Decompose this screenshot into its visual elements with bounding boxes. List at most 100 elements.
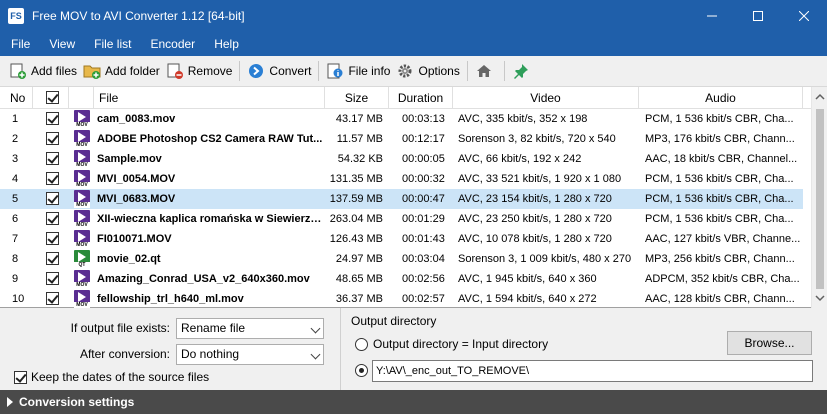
if-exists-select[interactable]: Rename file [176, 318, 324, 339]
cell-no: 5 [12, 193, 19, 205]
cell-audio: PCM, 1 536 kbit/s CBR, Cha... [645, 193, 794, 205]
remove-button[interactable]: Remove [163, 59, 236, 83]
minimize-button[interactable] [689, 0, 735, 32]
radio-custom-dot[interactable] [355, 364, 368, 377]
toolbar: Add files Add folder Remove Convert File… [0, 56, 827, 87]
chevron-down-icon [310, 323, 321, 334]
header-video[interactable]: Video [453, 87, 639, 109]
scroll-down-icon[interactable] [812, 290, 827, 306]
table-row[interactable]: 7 MOV FI010071.MOV 126.43 MB 00:01:43 AVC, 10… [0, 229, 803, 249]
cell-file: fellowship_trl_h640_ml.mov [97, 293, 244, 305]
cell-video: AVC, 33 521 kbit/s, 1 920 x 1 080 [458, 173, 622, 185]
row-checkbox[interactable] [46, 112, 59, 125]
maximize-button[interactable] [735, 0, 781, 32]
cell-no: 3 [12, 153, 19, 165]
keep-dates-checkbox[interactable]: Keep the dates of the source files [14, 370, 209, 384]
menu-help[interactable]: Help [206, 32, 247, 56]
after-conversion-select[interactable]: Do nothing [176, 344, 324, 365]
table-row[interactable]: 10 MOV fellowship_trl_h640_ml.mov 36.37 MB 0… [0, 289, 803, 308]
output-custom-radio[interactable] [355, 364, 373, 377]
row-checkbox[interactable] [46, 232, 59, 245]
browse-button[interactable]: Browse... [727, 331, 812, 355]
add-folder-label: Add folder [105, 64, 160, 78]
row-checkbox[interactable] [46, 172, 59, 185]
vertical-scrollbar[interactable] [811, 87, 827, 308]
row-checkbox[interactable] [46, 152, 59, 165]
cell-size: 137.59 MB [329, 193, 383, 205]
header-no[interactable]: No [0, 87, 33, 109]
video-file-icon: QT [74, 250, 90, 268]
expand-arrow-icon [7, 397, 13, 407]
row-checkbox[interactable] [46, 192, 59, 205]
pin-button[interactable] [509, 59, 537, 83]
file-extension: MOV [74, 182, 90, 188]
cell-audio: PCM, 1 536 kbit/s CBR, Cha... [645, 173, 794, 185]
file-extension: MOV [74, 142, 90, 148]
toolbar-separator [466, 61, 468, 81]
cell-audio: AAC, 18 kbit/s CBR, Channel... [645, 153, 798, 165]
row-checkbox[interactable] [46, 252, 59, 265]
row-checkbox[interactable] [46, 132, 59, 145]
table-row[interactable]: 1 MOV cam_0083.mov 43.17 MB 00:03:13 AVC, 335… [0, 109, 803, 129]
table-row[interactable]: 5 MOV MVI_0683.MOV 137.59 MB 00:00:47 AVC, 23… [0, 189, 803, 209]
cell-duration: 00:03:13 [402, 113, 445, 125]
cell-duration: 00:00:05 [402, 153, 445, 165]
select-all-checkbox[interactable] [46, 91, 59, 104]
toolbar-separator [318, 61, 320, 81]
cell-duration: 00:01:43 [402, 233, 445, 245]
convert-button[interactable]: Convert [244, 59, 314, 83]
output-same-as-input-label: Output directory = Input directory [373, 337, 549, 351]
add-files-button[interactable]: Add files [6, 59, 80, 83]
row-checkbox[interactable] [46, 212, 59, 225]
close-button[interactable] [781, 0, 827, 32]
cell-audio: AAC, 127 kbit/s VBR, Channe... [645, 233, 801, 245]
menu-file[interactable]: File [3, 32, 38, 56]
table-body: 1 MOV cam_0083.mov 43.17 MB 00:03:13 AVC, 335… [0, 109, 811, 308]
menu-view[interactable]: View [41, 32, 83, 56]
cell-file: MVI_0054.MOV [97, 173, 176, 185]
table-row[interactable]: 3 MOV Sample.mov 54.32 KB 00:00:05 AVC, 66 kb… [0, 149, 803, 169]
video-file-icon: MOV [74, 110, 90, 128]
header-file[interactable]: File [94, 87, 325, 109]
play-icon [78, 292, 86, 302]
cell-audio: MP3, 256 kbit/s CBR, Chann... [645, 253, 795, 265]
cell-file: movie_02.qt [97, 253, 161, 265]
play-icon [78, 272, 86, 282]
scroll-up-icon[interactable] [812, 89, 827, 105]
row-checkbox[interactable] [46, 272, 59, 285]
header-duration[interactable]: Duration [389, 87, 453, 109]
add-folder-button[interactable]: Add folder [80, 59, 163, 83]
radio-input-dot[interactable] [355, 337, 368, 351]
table-row[interactable]: 6 MOV XII-wieczna kaplica romańska w Siewi… [0, 209, 803, 229]
conversion-settings-bar[interactable]: Conversion settings [0, 390, 827, 414]
row-checkbox[interactable] [46, 292, 59, 305]
scrollbar-thumb[interactable] [816, 109, 824, 289]
toolbar-separator [239, 61, 241, 81]
keep-dates-check[interactable] [14, 370, 27, 384]
header-check[interactable] [33, 87, 69, 109]
video-file-icon: MOV [74, 270, 90, 288]
cell-no: 9 [12, 273, 19, 285]
play-icon [78, 112, 86, 122]
cell-video: AVC, 335 kbit/s, 352 x 198 [458, 113, 588, 125]
options-button[interactable]: Options [393, 59, 462, 83]
output-path-input[interactable]: Y:\AV\_enc_out_TO_REMOVE\ [372, 360, 813, 382]
table-row[interactable]: 4 MOV MVI_0054.MOV 131.35 MB 00:00:32 AVC, 33… [0, 169, 803, 189]
header-audio[interactable]: Audio [639, 87, 803, 109]
home-button[interactable] [472, 59, 500, 83]
cell-file: ADOBE Photoshop CS2 Camera RAW Tut... [97, 133, 323, 145]
menu-file-list[interactable]: File list [86, 32, 139, 56]
table-row[interactable]: 8 QT movie_02.qt 24.97 MB 00:03:04 Sorenson 3… [0, 249, 803, 269]
table-row[interactable]: 9 MOV Amazing_Conrad_USA_v2_640x360.mov 48.… [0, 269, 803, 289]
header-size[interactable]: Size [325, 87, 389, 109]
window-controls [689, 0, 827, 32]
output-same-as-input-radio[interactable]: Output directory = Input directory [355, 337, 548, 351]
app-icon: FS [8, 8, 24, 24]
cell-video: AVC, 23 250 kbit/s, 1 280 x 720 [458, 213, 612, 225]
table-row[interactable]: 2 MOV ADOBE Photoshop CS2 Camera RAW Tut..… [0, 129, 803, 149]
close-icon [799, 11, 809, 21]
cell-no: 10 [12, 293, 25, 305]
file-extension: MOV [74, 222, 90, 228]
menu-encoder[interactable]: Encoder [142, 32, 203, 56]
file-info-button[interactable]: File info [323, 59, 393, 83]
